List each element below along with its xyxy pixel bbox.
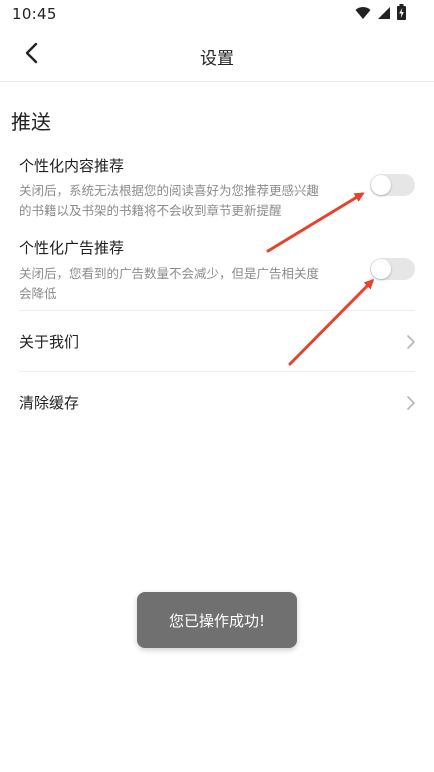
setting-title: 个性化内容推荐 <box>19 157 125 175</box>
page-title: 设置 <box>200 49 234 69</box>
setting-description-line: 关闭后，系统无法根据您的阅读喜好为您推荐更感兴趣 <box>19 183 320 198</box>
setting-description-line: 会降低 <box>19 286 57 301</box>
nav-bar: 设置 <box>0 28 434 82</box>
signal-icon <box>377 5 391 24</box>
setting-description-line: 的书籍以及书架的书籍将不会收到章节更新提醒 <box>19 203 282 218</box>
section-title-push: 推送 <box>11 110 51 134</box>
clear-cache-row[interactable]: 清除缓存 <box>0 372 434 432</box>
toggle-personalized-ads[interactable] <box>370 258 415 280</box>
setting-description-line: 关闭后，您看到的广告数量不会减少，但是广告相关度 <box>19 266 320 281</box>
list-item-label: 清除缓存 <box>19 394 80 412</box>
wifi-icon <box>355 5 371 24</box>
toggle-knob <box>371 175 391 195</box>
toggle-knob <box>371 259 391 279</box>
chevron-right-icon <box>406 334 416 350</box>
status-time: 10:45 <box>12 5 57 23</box>
setting-description: 关闭后，系统无法根据您的阅读喜好为您推荐更感兴趣 的书籍以及书架的书籍将不会收到… <box>19 181 357 221</box>
toggle-personalized-content[interactable] <box>370 174 415 196</box>
about-us-row[interactable]: 关于我们 <box>0 311 434 371</box>
status-bar: 10:45 <box>0 0 434 28</box>
setting-title: 个性化广告推荐 <box>19 239 125 257</box>
status-icons <box>355 4 406 24</box>
list-item-label: 关于我们 <box>19 333 80 351</box>
setting-description: 关闭后，您看到的广告数量不会减少，但是广告相关度 会降低 <box>19 264 357 304</box>
battery-charging-icon <box>397 4 406 24</box>
chevron-right-icon <box>406 395 416 411</box>
toast-message: 您已操作成功! <box>137 592 297 648</box>
